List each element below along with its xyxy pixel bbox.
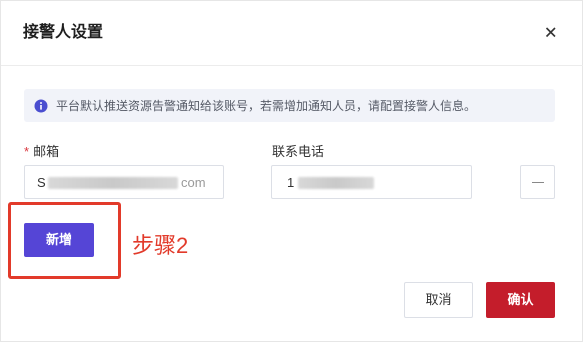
confirm-button[interactable]: 确认 [486,282,555,318]
phone-label: 联系电话 [272,144,325,159]
remove-row-button[interactable] [520,165,555,199]
notice-text: 平台默认推送资源告警通知给该账号，若需增加通知人员，请配置接警人信息。 [56,99,477,113]
phone-field[interactable]: 1 [271,165,472,199]
dialog-header: 接警人设置 [1,1,583,66]
info-icon [34,99,48,113]
add-button[interactable]: 新增 [24,223,94,257]
minus-icon [532,182,544,183]
redacted-email [48,177,178,189]
phone-value-start: 1 [287,175,295,190]
redacted-phone [298,177,374,189]
step-annotation: 步骤2 [132,233,189,258]
dialog-title: 接警人设置 [23,24,104,41]
email-label: * 邮箱 [24,144,59,160]
required-mark: * [24,144,30,159]
email-label-text: 邮箱 [33,144,60,159]
cancel-button[interactable]: 取消 [404,282,473,318]
email-value-start: S [37,175,46,190]
alarm-contact-dialog: 接警人设置 平台默认推送资源告警通知给该账号，若需增加通知人员，请配置接警人信息… [0,0,583,342]
notice-banner: 平台默认推送资源告警通知给该账号，若需增加通知人员，请配置接警人信息。 [24,89,555,122]
close-icon[interactable] [541,22,561,42]
email-value-end: com [181,175,206,190]
email-field[interactable]: S com [24,165,224,199]
